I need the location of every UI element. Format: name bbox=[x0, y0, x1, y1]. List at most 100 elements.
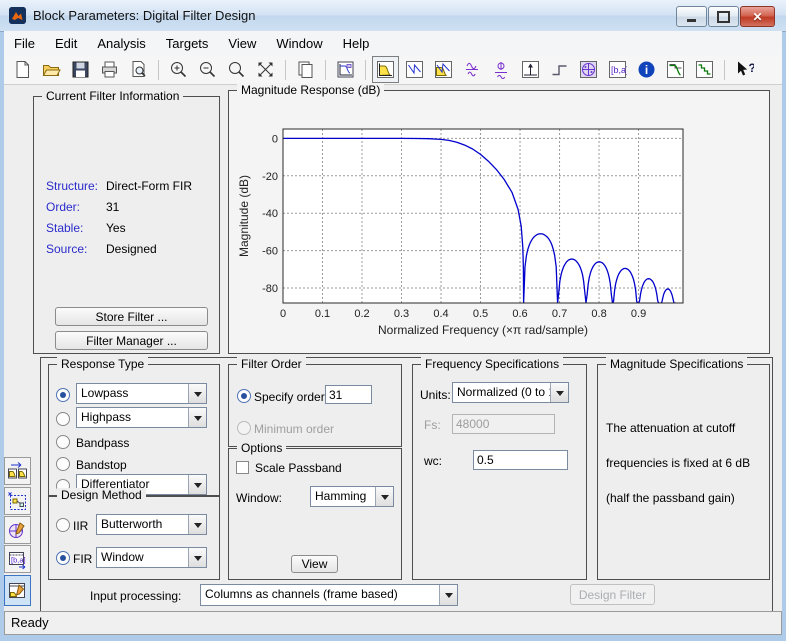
spec-mask-icon bbox=[666, 60, 685, 79]
zoom-out-icon bbox=[198, 60, 217, 79]
fir-radio[interactable] bbox=[56, 551, 70, 565]
filter-information-button[interactable]: i bbox=[633, 56, 660, 83]
magnitude-response-button[interactable] bbox=[372, 56, 399, 83]
input-processing-select[interactable]: Columns as channels (frame based) bbox=[200, 584, 458, 606]
pole-zero-editor-icon bbox=[7, 520, 28, 541]
iir-method-select[interactable]: Butterworth bbox=[96, 514, 207, 535]
filter-specifications-icon bbox=[336, 60, 355, 79]
noise-spectrum-button[interactable] bbox=[691, 56, 718, 83]
menu-item-targets[interactable]: Targets bbox=[156, 32, 219, 55]
filter-manager-button[interactable]: Filter Manager ... bbox=[55, 331, 208, 350]
magnitude-response-group: Magnitude Response (dB) 0-20-40-60-8000.… bbox=[228, 90, 770, 354]
view-button[interactable]: View bbox=[291, 555, 338, 573]
store-filter-button[interactable]: Store Filter ... bbox=[55, 307, 208, 326]
wc-input[interactable] bbox=[473, 450, 568, 470]
full-view-icon bbox=[256, 60, 275, 79]
menu-item-help[interactable]: Help bbox=[333, 32, 380, 55]
highpass-select[interactable]: Highpass bbox=[76, 407, 207, 428]
stable-label: Stable: bbox=[46, 221, 83, 235]
lowpass-select[interactable]: Lowpass bbox=[76, 383, 207, 404]
pole-zero-button[interactable] bbox=[575, 56, 602, 83]
print-preview-button[interactable] bbox=[125, 56, 152, 83]
import-filter-icon: [b,a] bbox=[7, 549, 28, 570]
svg-text:0.8: 0.8 bbox=[591, 308, 606, 320]
transform-filter-button[interactable] bbox=[4, 457, 31, 485]
full-view-button[interactable] bbox=[252, 56, 279, 83]
import-filter-button[interactable]: [b,a] bbox=[4, 545, 31, 573]
design-filter-panel-button[interactable] bbox=[4, 575, 31, 606]
print-icon bbox=[100, 60, 119, 79]
filter-order-title: Filter Order bbox=[237, 357, 306, 371]
svg-text:?: ? bbox=[749, 61, 755, 75]
menu-item-window[interactable]: Window bbox=[266, 32, 332, 55]
iir-radio[interactable] bbox=[56, 518, 70, 532]
spec-mask-button[interactable] bbox=[662, 56, 689, 83]
filter-specifications-button[interactable] bbox=[332, 56, 359, 83]
structure-label: Structure: bbox=[46, 179, 98, 193]
coefficients-icon: [b,a] bbox=[608, 60, 627, 79]
fs-label: Fs: bbox=[424, 418, 441, 432]
maximize-button[interactable] bbox=[708, 6, 739, 27]
units-select[interactable]: Normalized (0 to 1) bbox=[452, 382, 569, 403]
menu-bar: File Edit Analysis Targets View Window H… bbox=[4, 31, 782, 56]
order-label: Order: bbox=[46, 200, 80, 214]
fir-method-select[interactable]: Window bbox=[96, 547, 207, 568]
realize-model-button[interactable] bbox=[4, 487, 31, 515]
lowpass-radio[interactable] bbox=[56, 388, 70, 402]
window-select[interactable]: Hamming bbox=[310, 486, 394, 507]
magnitude-specs-line-2: frequencies is fixed at 6 dB bbox=[606, 456, 750, 470]
minimum-order-label: Minimum order bbox=[254, 422, 334, 436]
fir-label: FIR bbox=[73, 552, 92, 566]
realize-model-icon bbox=[7, 491, 28, 512]
svg-text:0.4: 0.4 bbox=[433, 308, 448, 320]
menu-item-edit[interactable]: Edit bbox=[45, 32, 87, 55]
menu-item-analysis[interactable]: Analysis bbox=[87, 32, 155, 55]
minimize-button[interactable] bbox=[676, 6, 707, 27]
status-text: Ready bbox=[11, 615, 49, 630]
zoom-in-button[interactable] bbox=[165, 56, 192, 83]
copy-button[interactable] bbox=[292, 56, 319, 83]
phase-delay-button[interactable] bbox=[488, 56, 515, 83]
menu-item-view[interactable]: View bbox=[218, 32, 266, 55]
minimize-icon bbox=[687, 19, 696, 22]
print-button[interactable] bbox=[96, 56, 123, 83]
menu-item-file[interactable]: File bbox=[4, 32, 45, 55]
step-response-button[interactable] bbox=[546, 56, 573, 83]
specify-order-input[interactable] bbox=[325, 385, 372, 404]
new-button[interactable] bbox=[9, 56, 36, 83]
impulse-response-button[interactable] bbox=[517, 56, 544, 83]
chevron-down-icon bbox=[188, 384, 206, 403]
save-button[interactable] bbox=[67, 56, 94, 83]
svg-text:[b,a]: [b,a] bbox=[11, 555, 26, 564]
group-delay-button[interactable] bbox=[459, 56, 486, 83]
pole-zero-editor-button[interactable] bbox=[4, 516, 31, 544]
highpass-radio[interactable] bbox=[56, 412, 70, 426]
svg-text:[b,a]: [b,a] bbox=[611, 65, 627, 75]
bandpass-radio[interactable] bbox=[56, 435, 70, 449]
phase-delay-icon bbox=[492, 60, 511, 79]
specify-order-radio[interactable] bbox=[237, 389, 251, 403]
context-help-button[interactable]: ? bbox=[731, 56, 758, 83]
wc-label: wc: bbox=[424, 454, 442, 468]
bandstop-radio[interactable] bbox=[56, 457, 70, 471]
phase-response-icon bbox=[405, 60, 424, 79]
zoom-reset-button[interactable] bbox=[223, 56, 250, 83]
step-response-icon bbox=[550, 60, 569, 79]
new-icon bbox=[13, 60, 32, 79]
filter-information-icon: i bbox=[637, 60, 656, 79]
coefficients-button[interactable]: [b,a] bbox=[604, 56, 631, 83]
zoom-out-button[interactable] bbox=[194, 56, 221, 83]
options-title: Options bbox=[237, 441, 286, 455]
magnitude-and-phase-icon bbox=[434, 60, 453, 79]
magnitude-response-title: Magnitude Response (dB) bbox=[237, 83, 384, 97]
scale-passband-checkbox[interactable] bbox=[236, 461, 249, 474]
open-button[interactable] bbox=[38, 56, 65, 83]
chevron-down-icon bbox=[439, 585, 457, 605]
phase-response-button[interactable] bbox=[401, 56, 428, 83]
magnitude-and-phase-button[interactable] bbox=[430, 56, 457, 83]
block-parameters-window: Block Parameters: Digital Filter Design … bbox=[0, 0, 786, 641]
close-button[interactable]: ✕ bbox=[740, 6, 775, 27]
svg-text:-60: -60 bbox=[262, 246, 278, 258]
impulse-response-icon bbox=[521, 60, 540, 79]
current-filter-information-group: Current Filter Information Structure: Di… bbox=[33, 96, 220, 354]
